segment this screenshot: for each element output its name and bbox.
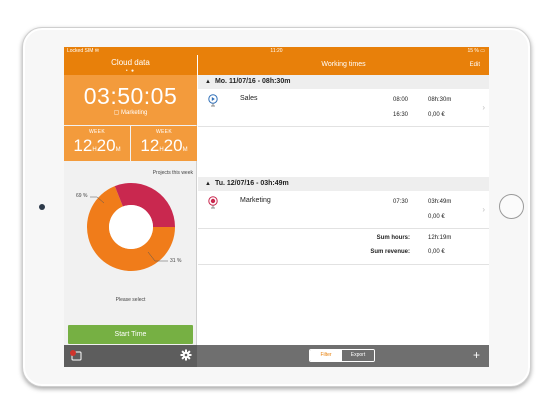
sum-revenue-row: Sum revenue: 0,00 € bbox=[198, 249, 489, 263]
edit-button[interactable]: Edit bbox=[470, 55, 480, 75]
week-tile-2[interactable]: WEEK 12H20M bbox=[131, 126, 197, 161]
select-hint: Please select bbox=[115, 297, 146, 303]
working-times-panel: Working times Edit ▲ Mo. 11/07/16 - 08h:3… bbox=[198, 55, 489, 345]
entry-project-name: Sales bbox=[240, 95, 258, 102]
left-header: Cloud data • ● bbox=[64, 55, 197, 75]
slice-label-sales: 69 % bbox=[76, 193, 88, 199]
app-screen: Locked SIM ✉ 11:20 15 % ▭ Cloud data • ●… bbox=[64, 47, 489, 367]
plus-icon[interactable]: + bbox=[473, 348, 480, 362]
chevron-down-icon: ▲ bbox=[205, 181, 211, 187]
slice-label-marketing: 31 % bbox=[170, 258, 182, 264]
play-icon bbox=[208, 94, 218, 107]
sum-revenue-value: 0,00 € bbox=[428, 249, 445, 255]
left-toolbar bbox=[64, 345, 197, 367]
export-tab[interactable]: Export bbox=[342, 350, 374, 361]
entry-start-time: 08:00 bbox=[393, 97, 409, 103]
list-item-marketing[interactable]: Marketing 07:30 03h:49m 0,00 € › bbox=[198, 191, 489, 229]
week-label: WEEK bbox=[156, 129, 172, 135]
status-bar: Locked SIM ✉ 11:20 15 % ▭ bbox=[64, 47, 489, 55]
gear-icon[interactable] bbox=[180, 349, 192, 361]
right-header: Working times Edit bbox=[198, 55, 489, 75]
camera bbox=[39, 204, 45, 210]
sum-hours-row: Sum hours: 12h:19m bbox=[198, 235, 489, 249]
week-total: 12H20M bbox=[73, 136, 121, 155]
entry-duration: 08h:30m bbox=[428, 97, 452, 103]
sum-revenue-label: Sum revenue: bbox=[370, 249, 410, 255]
week-label: WEEK bbox=[89, 129, 105, 135]
record-icon bbox=[208, 196, 218, 209]
list-item-sales[interactable]: Sales 08:00 08h:30m 16:30 0,00 € › bbox=[198, 89, 489, 127]
timer-value: 03:50:05 bbox=[83, 83, 178, 109]
day-header-2[interactable]: ▲ Tu. 12/07/16 - 03h:49m bbox=[198, 177, 489, 191]
active-project: ▢ Marketing bbox=[113, 110, 148, 116]
filter-tab[interactable]: Filter bbox=[310, 350, 342, 361]
day-header-1[interactable]: ▲ Mo. 11/07/16 - 08h:30m bbox=[198, 75, 489, 89]
entry-project-name: Marketing bbox=[240, 197, 271, 204]
chevron-right-icon: › bbox=[482, 205, 485, 214]
entry-revenue: 0,00 € bbox=[428, 112, 445, 118]
timer-panel: Cloud data • ● 03:50:05 ▢ Marketing WEEK… bbox=[64, 55, 197, 345]
donut-hole bbox=[109, 205, 153, 249]
battery-status: 15 % ▭ bbox=[467, 48, 485, 54]
projects-donut-chart[interactable] bbox=[85, 181, 177, 273]
entry-duration: 03h:49m bbox=[428, 199, 452, 205]
timer-display[interactable]: 03:50:05 ▢ Marketing bbox=[64, 75, 197, 125]
chevron-right-icon: › bbox=[482, 103, 485, 112]
chart-title: Projects this week bbox=[152, 170, 193, 176]
week-tile-1[interactable]: WEEK 12H20M bbox=[64, 126, 130, 161]
clock: 11:20 bbox=[270, 48, 283, 54]
week-summary: WEEK 12H20M WEEK 12H20M bbox=[64, 126, 197, 161]
sum-hours-value: 12h:19m bbox=[428, 235, 452, 241]
entry-end-time: 16:30 bbox=[393, 112, 409, 118]
bottom-toolbar: Filter Export + bbox=[64, 345, 489, 367]
left-title: Cloud data bbox=[111, 58, 150, 67]
entry-revenue: 0,00 € bbox=[428, 214, 445, 220]
sum-hours-label: Sum hours: bbox=[376, 235, 410, 241]
week-total: 12H20M bbox=[140, 136, 188, 155]
start-time-button[interactable]: Start Time bbox=[68, 325, 193, 344]
chevron-down-icon: ▲ bbox=[205, 79, 211, 85]
filter-export-segment: Filter Export bbox=[309, 349, 375, 362]
entry-start-time: 07:30 bbox=[393, 199, 409, 205]
right-title: Working times bbox=[321, 61, 366, 68]
summary-section: Sum hours: 12h:19m Sum revenue: 0,00 € bbox=[198, 231, 489, 265]
home-button[interactable] bbox=[499, 194, 524, 219]
sync-icon[interactable] bbox=[69, 349, 83, 363]
page-dots[interactable]: • ● bbox=[64, 69, 197, 74]
